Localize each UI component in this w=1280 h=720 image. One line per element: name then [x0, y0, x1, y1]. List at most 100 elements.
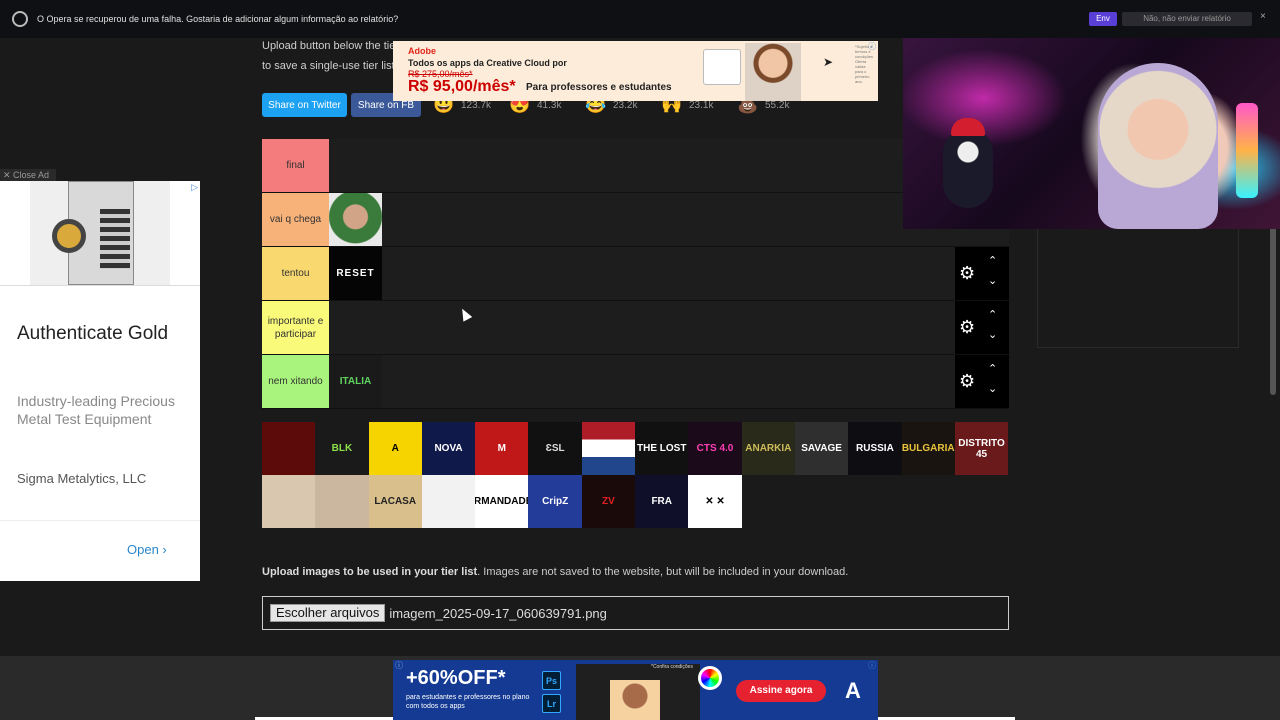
right-sidebar-panel [1037, 226, 1239, 348]
dont-send-report-button[interactable]: Não, não enviar relatório [1122, 12, 1252, 26]
player-photo-item[interactable] [329, 193, 382, 246]
tier-row: importante e participar ⚙ ⌃ ⌄ [262, 301, 1009, 355]
send-report-button[interactable]: Env [1089, 12, 1117, 26]
photoshop-icon: Ps [542, 671, 561, 690]
tier-label[interactable]: final [262, 139, 329, 192]
upload-instructions: Upload images to be used in your tier li… [262, 566, 848, 578]
ad-brand: Adobe [408, 46, 436, 56]
the-lost-logo[interactable]: THE LOST [635, 422, 689, 475]
tier-items: RESET [329, 247, 382, 300]
rgb-lamp [1236, 103, 1258, 198]
close-icon[interactable]: × [1260, 11, 1266, 22]
choose-files-button[interactable]: Escolher arquivos [270, 604, 386, 622]
tier-label[interactable]: nem xitando [262, 355, 329, 408]
sigma-ad[interactable]: ▷ Authenticate Gold Industry-leading Pre… [0, 181, 200, 581]
tier-list: final vai q chega tentou RESET ⚙ ⌃ ⌄ imp… [262, 139, 1009, 409]
smiley-logo[interactable]: ✕ ✕ [688, 475, 742, 528]
ad-info-icon[interactable]: ⓘ [868, 41, 876, 52]
ad-line-1: Todos os apps da Creative Cloud por [408, 58, 567, 68]
ad-price: R$ 95,00/mês* [408, 78, 516, 95]
lightroom-icon: Lr [542, 694, 561, 713]
reaction-count: 55.2k [765, 99, 790, 111]
cripz-logo[interactable]: CripZ [528, 475, 582, 528]
reset-logo-item[interactable]: RESET [329, 247, 382, 300]
lacasa-logo[interactable]: LACASA [368, 475, 422, 528]
gothic-logo[interactable]: ƐSL [528, 422, 582, 475]
upload-bold: Upload images to be used in your tier li… [262, 566, 478, 578]
upload-rest: . Images are not saved to the website, b… [477, 566, 849, 578]
tier-items: ITALIA [329, 355, 382, 408]
device-keypad [100, 209, 130, 269]
chevron-up-icon[interactable]: ⌃ [988, 362, 997, 375]
file-input[interactable]: Escolher arquivos imagem_2025-09-17_0606… [262, 596, 1009, 630]
divider [0, 520, 200, 521]
share-twitter-button[interactable]: Share on Twitter [262, 93, 347, 117]
tier-label[interactable]: vai q chega [262, 193, 329, 246]
selected-file-name: imagem_2025-09-17_060639791.png [389, 605, 607, 621]
ad-note: *Confira condições [651, 664, 693, 670]
ad-open-button[interactable]: Open › [127, 542, 167, 557]
chevron-up-icon[interactable]: ⌃ [988, 308, 997, 321]
blk-skull-logo[interactable]: BLK [315, 422, 369, 475]
tier-row: vai q chega [262, 193, 1009, 247]
opera-logo-icon [12, 11, 28, 27]
streamer [1098, 63, 1218, 229]
tier-controls: ⚙ ⌃ ⌄ [955, 301, 1009, 354]
italia-logo-item[interactable]: ITALIA [329, 355, 382, 408]
anarkia-logo[interactable]: ANARKIA [741, 422, 795, 475]
app-window-graphic [703, 49, 741, 85]
tier-label[interactable]: importante e participar [262, 301, 329, 354]
adobe-top-ad[interactable]: Adobe Todos os apps da Creative Cloud po… [393, 41, 878, 101]
bulgaria-logo[interactable]: BULGARIA [901, 422, 955, 475]
gear-icon[interactable]: ⚙ [959, 264, 977, 282]
cts-logo[interactable]: CTS 4.0 [688, 422, 742, 475]
ad-choices-icon[interactable]: ▷ [191, 182, 198, 193]
device-ring [52, 219, 86, 253]
russia-logo[interactable]: RUSSIA [848, 422, 902, 475]
reaction-count: 123.7k [461, 99, 492, 111]
irmandade-logo[interactable]: IRMANDADE [475, 475, 529, 528]
adobe-bottom-ad[interactable]: ⓘ +60%OFF* para estudantes e professores… [393, 660, 878, 720]
tier-label[interactable]: tentou [262, 247, 329, 300]
tier-row: final [262, 139, 1009, 193]
anonymous-mask-logo[interactable] [421, 475, 476, 528]
crash-message: O Opera se recuperou de uma falha. Gosta… [37, 14, 399, 24]
chevron-down-icon[interactable]: ⌄ [988, 328, 997, 341]
tier-items [329, 193, 382, 246]
test-device-photo [30, 181, 170, 285]
eagle-a-logo[interactable]: A [368, 422, 422, 475]
savage-logo[interactable]: SAVAGE [794, 422, 849, 475]
image-pool: BLK A NOVA M ƐSL THE LOST CTS 4.0 ANARKIA SAVAGE… [262, 422, 1009, 528]
fra-logo[interactable]: FRA [635, 475, 689, 528]
player-photo-3[interactable] [315, 475, 369, 528]
ad-model-photo [610, 680, 660, 720]
chevron-down-icon[interactable]: ⌄ [988, 274, 997, 287]
close-ad-button[interactable]: ✕ Close Ad [0, 169, 56, 181]
gear-icon[interactable]: ⚙ [959, 372, 977, 390]
plush-mascot [943, 128, 993, 208]
demon-logo[interactable] [262, 422, 316, 475]
divider [0, 285, 200, 286]
chevron-up-icon[interactable]: ⌃ [988, 254, 997, 267]
m-logo[interactable]: M [475, 422, 529, 475]
nova-logo[interactable]: NOVA [421, 422, 476, 475]
distrito-45-logo[interactable]: DISTRITO 45 [954, 422, 1009, 475]
cursor-arrow-icon: ➤ [823, 55, 834, 69]
ad-info-icon[interactable]: ⓘ [395, 660, 403, 671]
red-tag-logo[interactable]: ZV [581, 475, 636, 528]
tier-controls: ⚙ ⌃ ⌄ [955, 247, 1009, 300]
color-wheel-icon [698, 666, 722, 690]
ad-info-icon[interactable]: ⓘ [868, 660, 876, 671]
ad-description: Industry-leading Precious Metal Test Equ… [17, 393, 175, 427]
ad-headline: Authenticate Gold [17, 323, 169, 344]
subscribe-button[interactable]: Assine agora [736, 680, 826, 702]
netherlands-flag[interactable] [581, 422, 636, 475]
chevron-down-icon[interactable]: ⌄ [988, 382, 997, 395]
ad-subtext: para estudantes e professores no plano c… [406, 694, 530, 710]
ad-advertiser: Sigma Metalytics, LLC [17, 471, 147, 486]
reaction-count: 23.2k [613, 99, 638, 111]
opera-crash-bar: O Opera se recuperou de uma falha. Gosta… [0, 0, 1280, 38]
ad-model-photo [745, 43, 801, 101]
player-photo-2[interactable] [262, 475, 316, 528]
gear-icon[interactable]: ⚙ [959, 318, 977, 336]
